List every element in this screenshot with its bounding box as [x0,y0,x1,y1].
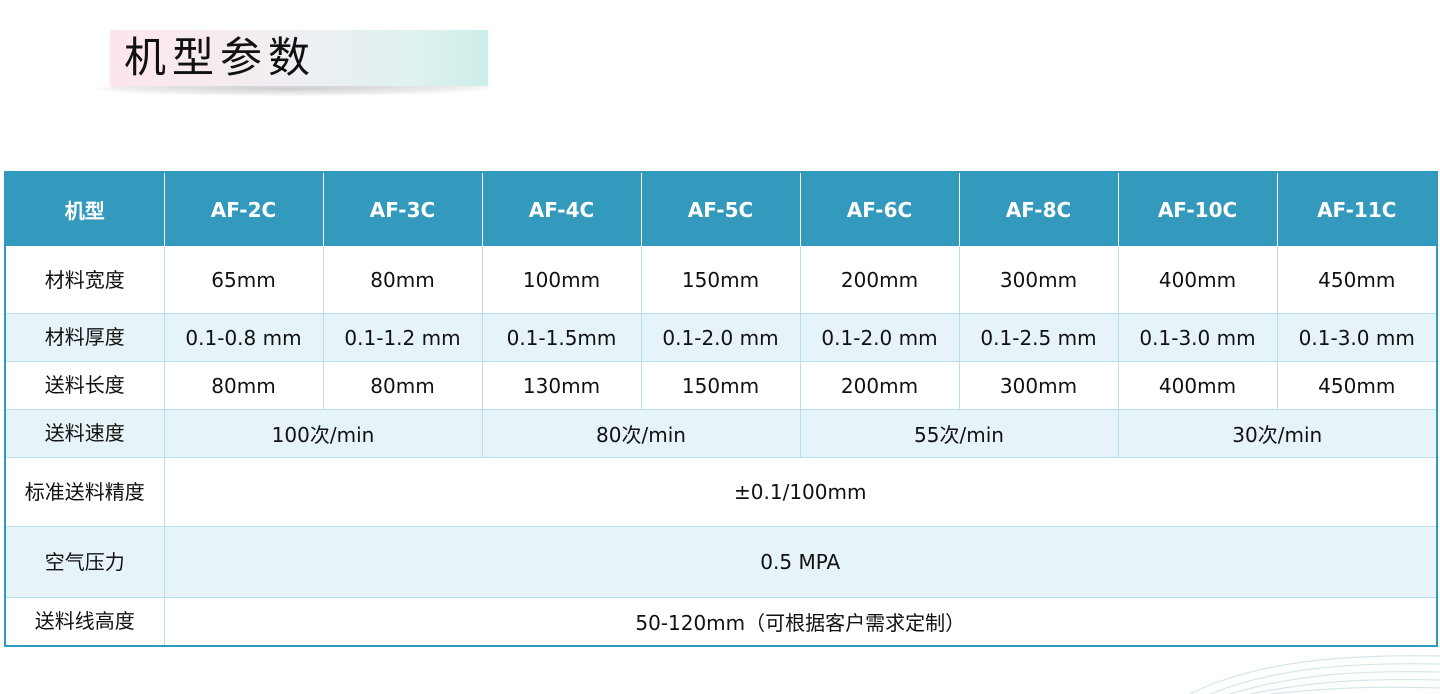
table-cell: 200mm [799,361,960,410]
table-row-feed-speed: 送料速度 100次/min 80次/min 55次/min 30次/min [4,409,1438,458]
header-cell-af-5c: AF-5C [640,171,801,247]
table-row-material-width: 材料宽度 65mm 80mm 100mm 150mm 200mm 300mm 4… [4,246,1438,314]
table-cell: 80mm [163,361,324,410]
table-cell: 0.1-3.0 mm [1276,313,1438,362]
header-cell-af-6c: AF-6C [799,171,960,247]
table-cell: 150mm [640,246,801,314]
row-label: 送料长度 [4,361,165,410]
header-cell-af-4c: AF-4C [481,171,642,247]
table-row-air-pressure: 空气压力 0.5 MPA [4,526,1438,598]
table-cell: 100次/min [163,409,483,458]
table-cell: 200mm [799,246,960,314]
row-label: 空气压力 [4,526,165,598]
spec-table: 机型 AF-2C AF-3C AF-4C AF-5C AF-6C AF-8C A… [4,171,1438,647]
header-cell-af-2c: AF-2C [163,171,324,247]
table-cell: 450mm [1276,361,1438,410]
table-cell: 80mm [322,246,483,314]
table-cell: 150mm [640,361,801,410]
table-row-material-thickness: 材料厚度 0.1-0.8 mm 0.1-1.2 mm 0.1-1.5mm 0.1… [4,313,1438,362]
row-label: 送料线高度 [4,597,165,647]
table-cell: 450mm [1276,246,1438,314]
table-cell: 300mm [958,246,1119,314]
table-row-feed-accuracy: 标准送料精度 ±0.1/100mm [4,457,1438,527]
table-cell: 0.1-1.5mm [481,313,642,362]
table-cell: ±0.1/100mm [163,457,1438,527]
row-label: 材料宽度 [4,246,165,314]
row-label: 标准送料精度 [4,457,165,527]
table-cell: 0.1-1.2 mm [322,313,483,362]
wave-lines-graphic [1189,655,1440,694]
row-label: 材料厚度 [4,313,165,362]
table-cell: 80次/min [481,409,801,458]
page-title: 机型参数 [124,33,317,82]
decorative-wave-lines [1170,634,1440,694]
table-cell: 100mm [481,246,642,314]
table-cell: 400mm [1117,361,1278,410]
table-cell: 80mm [322,361,483,410]
table-cell: 300mm [958,361,1119,410]
table-cell: 0.5 MPA [163,526,1438,598]
table-header-row: 机型 AF-2C AF-3C AF-4C AF-5C AF-6C AF-8C A… [4,171,1438,247]
header-cell-af-11c: AF-11C [1276,171,1438,247]
header-cell-af-8c: AF-8C [958,171,1119,247]
table-cell: 130mm [481,361,642,410]
table-cell: 55次/min [799,409,1119,458]
table-cell: 30次/min [1117,409,1438,458]
table-cell: 65mm [163,246,324,314]
spec-table-container: 机型 AF-2C AF-3C AF-4C AF-5C AF-6C AF-8C A… [4,171,1438,647]
table-cell: 0.1-3.0 mm [1117,313,1278,362]
table-cell: 400mm [1117,246,1278,314]
table-cell: 0.1-2.5 mm [958,313,1119,362]
row-label: 送料速度 [4,409,165,458]
table-row-feed-length: 送料长度 80mm 80mm 130mm 150mm 200mm 300mm 4… [4,361,1438,410]
header-cell-model: 机型 [4,171,165,247]
table-cell: 0.1-2.0 mm [799,313,960,362]
header-cell-af-10c: AF-10C [1117,171,1278,247]
table-cell: 0.1-0.8 mm [163,313,324,362]
page-title-banner: 机型参数 [92,26,492,98]
table-cell: 0.1-2.0 mm [640,313,801,362]
header-cell-af-3c: AF-3C [322,171,483,247]
